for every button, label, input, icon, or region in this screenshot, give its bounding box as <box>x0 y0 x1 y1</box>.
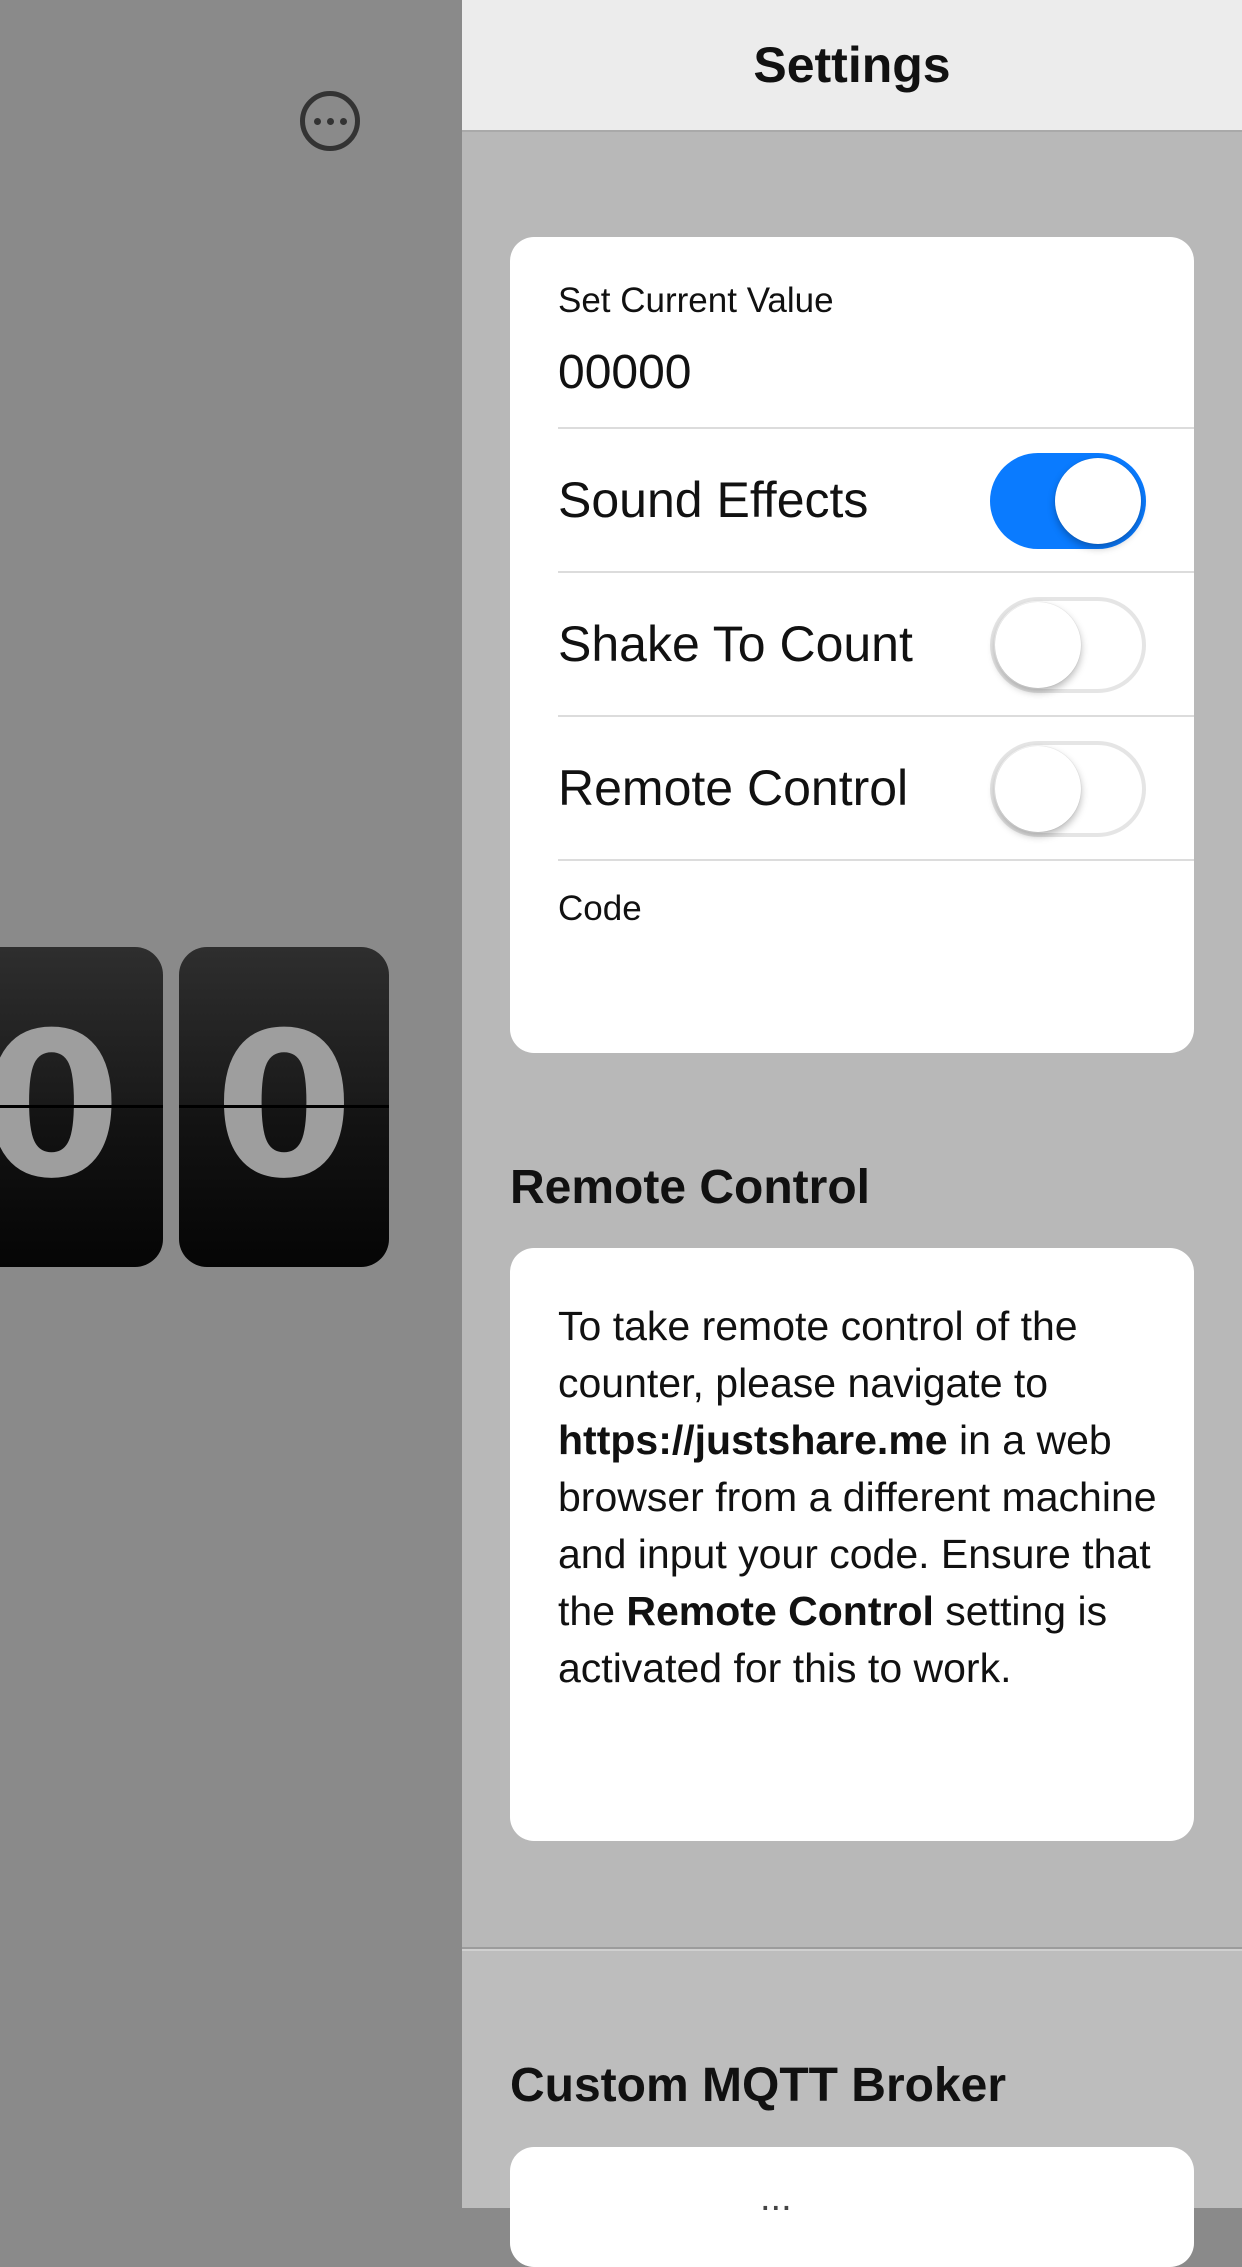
shake-to-count-row: Shake To Count <box>558 571 1194 715</box>
custom-mqtt-card: ... <box>510 2147 1194 2267</box>
toggle-knob <box>1055 458 1141 544</box>
sound-effects-toggle[interactable] <box>990 453 1146 549</box>
current-value-field[interactable]: 00000 <box>558 345 691 400</box>
dot <box>326 117 334 125</box>
remote-control-row: Remote Control <box>558 715 1194 859</box>
counter-pane: 0 0 <box>0 0 462 2208</box>
custom-mqtt-section-title: Custom MQTT Broker <box>510 2059 1007 2112</box>
sound-effects-row: Sound Effects <box>558 427 1194 571</box>
settings-panel: Settings Set Current Value 00000 Sound E… <box>462 0 1242 2267</box>
settings-card: Set Current Value 00000 Sound Effects Sh… <box>510 237 1194 1053</box>
toggle-knob <box>995 602 1081 688</box>
remote-control-setting-name: Remote Control <box>626 1588 934 1634</box>
shake-to-count-toggle[interactable] <box>990 597 1146 693</box>
remote-control-toggle[interactable] <box>990 741 1146 837</box>
counter-digit[interactable]: 0 <box>0 947 163 1267</box>
remote-control-instructions: To take remote control of the counter, p… <box>558 1298 1158 1697</box>
shake-to-count-label: Shake To Count <box>558 616 913 672</box>
remote-control-section-title: Remote Control <box>510 1161 870 1214</box>
code-row: Code <box>558 859 1194 1053</box>
dot <box>339 117 347 125</box>
remote-control-label: Remote Control <box>558 760 909 816</box>
justshare-link[interactable]: https://justshare.me <box>558 1417 948 1463</box>
dot <box>313 117 321 125</box>
info-text-part: To take remote control of the counter, p… <box>558 1303 1078 1406</box>
current-value-label: Set Current Value <box>558 281 834 320</box>
toggle-knob <box>995 746 1081 832</box>
sound-effects-label: Sound Effects <box>558 472 869 528</box>
settings-title: Settings <box>462 0 1242 132</box>
counter-digit[interactable]: 0 <box>179 947 389 1267</box>
code-label: Code <box>558 889 642 928</box>
remote-control-info-card: To take remote control of the counter, p… <box>510 1248 1194 1841</box>
mqtt-partial-text: ... <box>760 2177 792 2219</box>
ellipsis-circle-icon[interactable] <box>300 91 360 151</box>
